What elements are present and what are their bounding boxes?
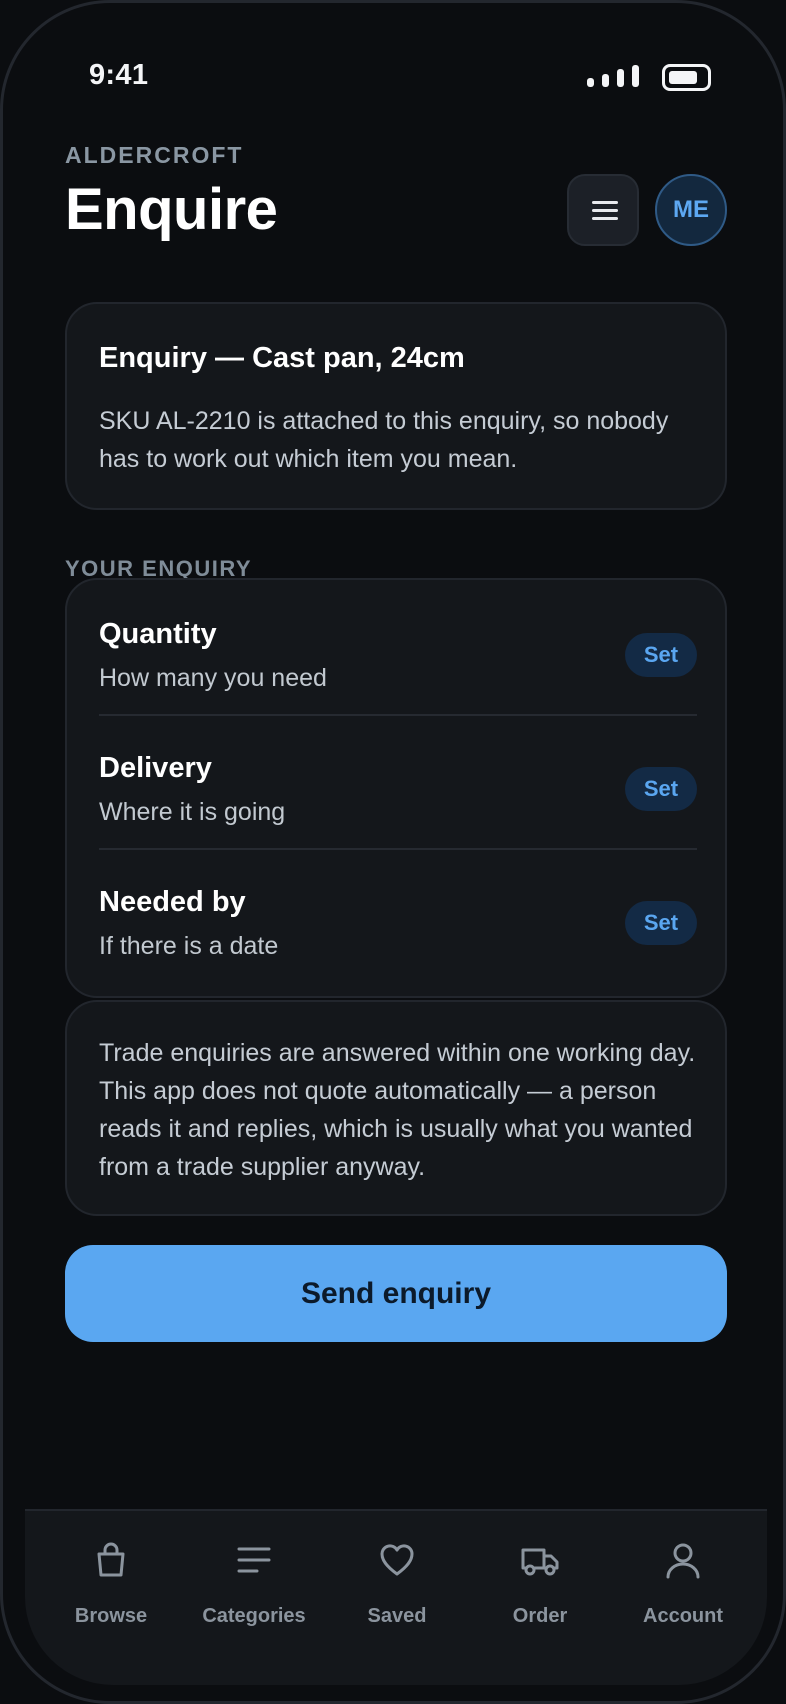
avatar[interactable]: ME bbox=[655, 174, 727, 246]
tab-label: Categories bbox=[202, 1605, 306, 1627]
user-icon bbox=[666, 1543, 700, 1579]
list-lines-icon bbox=[237, 1547, 271, 1573]
context-body: SKU AL-2210 is attached to this enquiry,… bbox=[99, 407, 669, 473]
status-time: 9:41 bbox=[89, 59, 149, 91]
tab-categories[interactable]: Categories bbox=[189, 1541, 319, 1641]
tab-account[interactable]: Account bbox=[618, 1541, 748, 1641]
shopping-bag-icon bbox=[97, 1542, 125, 1577]
truck-icon bbox=[521, 1548, 559, 1576]
tab-label: Saved bbox=[367, 1605, 427, 1627]
field-row-needed-by[interactable]: Needed by If there is a date Set bbox=[99, 848, 697, 982]
tab-order[interactable]: Order bbox=[475, 1541, 605, 1641]
note-text: Trade enquiries are answered within one … bbox=[99, 1039, 696, 1181]
battery-icon bbox=[662, 64, 711, 91]
heart-icon bbox=[380, 1544, 414, 1576]
field-row-quantity[interactable]: Quantity How many you need Set bbox=[99, 580, 697, 714]
signal-icon bbox=[587, 65, 641, 87]
field-hint: Where it is going bbox=[99, 798, 286, 826]
set-delivery-button[interactable]: Set bbox=[625, 767, 697, 811]
tab-saved[interactable]: Saved bbox=[332, 1541, 462, 1641]
tab-label: Browse bbox=[74, 1605, 148, 1627]
field-hint: If there is a date bbox=[99, 932, 279, 960]
tab-browse[interactable]: Browse bbox=[46, 1541, 176, 1641]
send-enquiry-button[interactable]: Send enquiry bbox=[65, 1245, 727, 1342]
field-label: Delivery bbox=[99, 752, 212, 784]
field-hint: How many you need bbox=[99, 664, 327, 692]
field-label: Quantity bbox=[99, 618, 217, 650]
phone-frame: 9:41 ALDERCROFT Enquire ME Enquiry — Cas… bbox=[0, 0, 786, 1704]
status-bar: 9:41 bbox=[3, 3, 783, 153]
enquiry-fields-card: Quantity How many you need Set Delivery … bbox=[65, 578, 727, 998]
menu-icon bbox=[592, 201, 618, 204]
set-quantity-button[interactable]: Set bbox=[625, 633, 697, 677]
field-label: Needed by bbox=[99, 886, 246, 918]
brand-name: ALDERCROFT bbox=[65, 142, 244, 168]
menu-button[interactable] bbox=[567, 174, 639, 246]
tab-label: Order bbox=[512, 1605, 568, 1627]
tab-bar: Browse Categories Saved Order Account bbox=[25, 1509, 767, 1685]
response-note-card: Trade enquiries are answered within one … bbox=[65, 1000, 727, 1216]
field-row-delivery[interactable]: Delivery Where it is going Set bbox=[99, 714, 697, 848]
page-title: Enquire bbox=[65, 177, 278, 242]
tab-label: Account bbox=[643, 1605, 723, 1627]
product-context-card: Enquiry — Cast pan, 24cm SKU AL-2210 is … bbox=[65, 302, 727, 510]
context-title: Enquiry — Cast pan, 24cm bbox=[99, 342, 465, 374]
set-needed-by-button[interactable]: Set bbox=[625, 901, 697, 945]
